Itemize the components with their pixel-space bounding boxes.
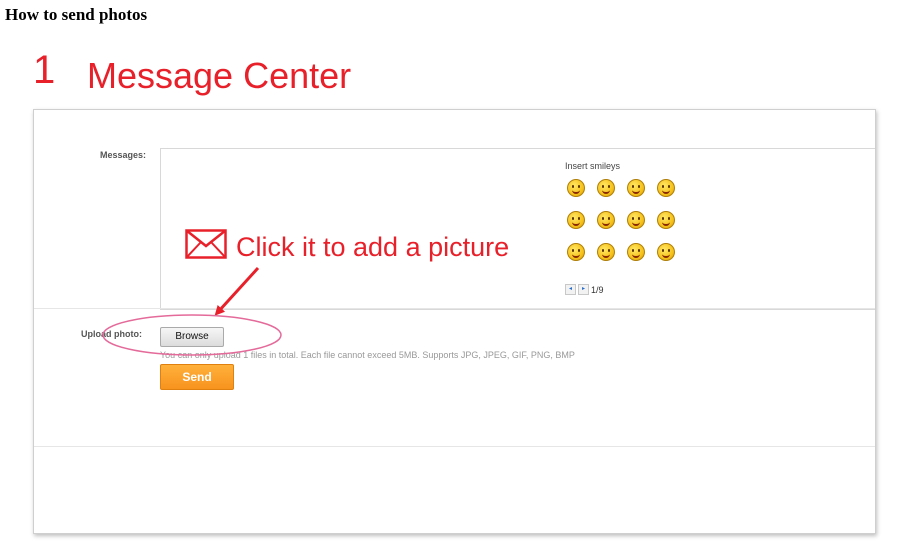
annotation-text: Click it to add a picture bbox=[236, 232, 510, 262]
blush-icon[interactable] bbox=[657, 179, 675, 197]
page-heading: How to send photos bbox=[5, 5, 148, 24]
smiley-pager: ◂ ▸ 1/9 bbox=[565, 284, 604, 295]
smile-icon[interactable] bbox=[567, 179, 585, 197]
page-indicator: 1/9 bbox=[591, 284, 604, 295]
browse-button[interactable]: Browse bbox=[160, 327, 224, 347]
send-button[interactable]: Send bbox=[160, 364, 234, 390]
step-number: 1 bbox=[33, 48, 56, 92]
upload-photo-label: Upload photo: bbox=[81, 329, 142, 339]
cry-icon[interactable] bbox=[567, 243, 585, 261]
prev-page-icon[interactable]: ◂ bbox=[565, 284, 576, 295]
message-center-screenshot: Messages: Insert smileys ◂ ▸ 1/9 Upload … bbox=[33, 109, 876, 534]
smirk-icon[interactable] bbox=[627, 243, 645, 261]
wink-icon[interactable] bbox=[627, 179, 645, 197]
sleepy-icon[interactable] bbox=[597, 243, 615, 261]
cheeky-icon[interactable] bbox=[657, 211, 675, 229]
yum-icon[interactable] bbox=[657, 243, 675, 261]
upload-hint: You can only upload 1 files in total. Ea… bbox=[160, 350, 575, 360]
step-title: Message Center bbox=[87, 55, 352, 96]
smiley-panel: Insert smileys ◂ ▸ 1/9 bbox=[555, 148, 875, 310]
laugh-icon[interactable] bbox=[597, 179, 615, 197]
divider bbox=[34, 446, 875, 447]
tongue-icon[interactable] bbox=[567, 211, 585, 229]
envelope-icon bbox=[185, 229, 227, 259]
grin-icon[interactable] bbox=[627, 211, 645, 229]
divider bbox=[34, 308, 875, 309]
shout-icon[interactable] bbox=[597, 211, 615, 229]
smiley-panel-title: Insert smileys bbox=[565, 161, 621, 171]
next-page-icon[interactable]: ▸ bbox=[578, 284, 589, 295]
messages-label: Messages: bbox=[100, 150, 147, 160]
